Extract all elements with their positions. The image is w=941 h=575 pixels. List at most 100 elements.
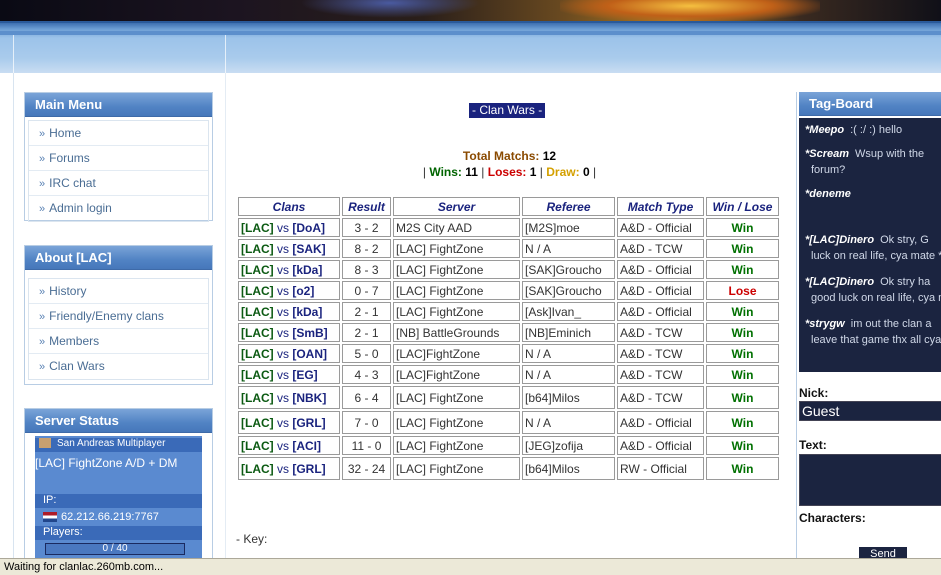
- tag-text: Wsup with the: [855, 148, 925, 160]
- server-ip[interactable]: 62.212.66.219:7767: [61, 511, 159, 523]
- cell-server: [LAC] FightZone: [393, 239, 520, 258]
- clan-tag-opponent: [GRL]: [292, 415, 326, 430]
- page-title: - Clan Wars -: [469, 103, 546, 118]
- vs-text: vs: [277, 220, 289, 235]
- cell-match-type: A&D - Official: [617, 436, 704, 455]
- nick-input[interactable]: [799, 401, 941, 421]
- menu-item-members[interactable]: » Members: [29, 329, 208, 354]
- tag-author: *strygw: [805, 318, 845, 330]
- clan-tag-lac: [LAC]: [241, 304, 274, 319]
- players-label: Players:: [43, 526, 83, 538]
- clan-tag-lac: [LAC]: [241, 262, 274, 277]
- cell-match-type: A&D - Official: [617, 302, 704, 321]
- menu-item-admin-login[interactable]: » Admin login: [29, 196, 208, 221]
- tag-message: *strygw im out the clan a: [805, 316, 936, 332]
- tag-message: *deneme: [805, 186, 936, 202]
- clan-tag-lac: [LAC]: [241, 415, 274, 430]
- clan-tag-lac: [LAC]: [241, 367, 274, 382]
- cell-server: [LAC] FightZone: [393, 411, 520, 434]
- chevron-right-icon: »: [39, 178, 46, 190]
- table-row: [LAC] vs [ACI] 11 - 0 [LAC] FightZone [JEG]…: [238, 436, 779, 455]
- cell-server: [LAC] FightZone: [393, 386, 520, 409]
- key-label: - Key:: [236, 532, 268, 546]
- cell-server: [LAC] FightZone: [393, 281, 520, 300]
- draw-label: Draw:: [546, 165, 580, 179]
- cell-result: 6 - 4: [342, 386, 391, 409]
- menu-item-home[interactable]: » Home: [29, 121, 208, 146]
- menu-item-history[interactable]: » History: [29, 279, 208, 304]
- cell-win-lose: Win: [706, 457, 779, 480]
- samp-icon: [39, 438, 51, 449]
- clan-tag-lac: [LAC]: [241, 346, 274, 361]
- vs-text: vs: [277, 438, 289, 453]
- clan-tag-opponent: [o2]: [292, 283, 315, 298]
- clan-tag-opponent: [GRL]: [292, 461, 326, 476]
- nick-label: Nick:: [799, 386, 829, 400]
- cell-result: 8 - 3: [342, 260, 391, 279]
- tag-text: im out the clan a: [850, 318, 932, 330]
- table-row: [LAC] vs [GRL] 32 - 24 [LAC] FightZone [b64…: [238, 457, 779, 480]
- cell-win-lose: Win: [706, 239, 779, 258]
- clan-tag-opponent: [NBK]: [292, 390, 327, 405]
- total-label: Total Matchs:: [462, 149, 540, 163]
- clan-tag-lac: [LAC]: [241, 390, 274, 405]
- server-status-box: Server Status San Andreas Multiplayer [L…: [24, 408, 213, 560]
- menu-item-forums[interactable]: » Forums: [29, 146, 208, 171]
- cell-server: [LAC] FightZone: [393, 457, 520, 480]
- clan-tag-opponent: [SmB]: [292, 325, 328, 340]
- chevron-right-icon: »: [39, 286, 46, 298]
- players-count: 0 / 40: [102, 543, 128, 554]
- vs-text: vs: [277, 283, 289, 298]
- tag-text: luck on real life, cya mate *: [811, 250, 941, 262]
- cell-match-type: RW - Official: [617, 457, 704, 480]
- clan-tag-opponent: [kDa]: [292, 262, 323, 277]
- clan-tag-opponent: [OAN]: [292, 346, 328, 361]
- table-row: [LAC] vs [o2] 0 - 7 [LAC] FightZone [SAK]Gr…: [238, 281, 779, 300]
- cell-clans: [LAC] vs [EG]: [238, 365, 340, 384]
- characters-label: Characters:: [799, 511, 866, 525]
- cell-match-type: A&D - TCW: [617, 365, 704, 384]
- col-result: Result: [342, 197, 391, 216]
- cell-win-lose: Win: [706, 302, 779, 321]
- cell-win-lose: Win: [706, 386, 779, 409]
- menu-item-friendly-enemy-clans[interactable]: » Friendly/Enemy clans: [29, 304, 208, 329]
- cell-result: 11 - 0: [342, 436, 391, 455]
- tag-message: *Scream Wsup with the: [805, 146, 936, 162]
- tag-message: luck on real life, cya mate *: [805, 248, 941, 264]
- vs-text: vs: [277, 325, 289, 340]
- cell-win-lose: Win: [706, 260, 779, 279]
- cell-win-lose: Win: [706, 411, 779, 434]
- text-input[interactable]: [799, 454, 941, 506]
- table-row: [LAC] vs [NBK] 6 - 4 [LAC] FightZone [b64]M…: [238, 386, 779, 409]
- menu-item-irc-chat[interactable]: » IRC chat: [29, 171, 208, 196]
- clan-tag-opponent: [DoA]: [292, 220, 325, 235]
- cell-referee: [NB]Eminich: [522, 323, 615, 342]
- cell-result: 3 - 2: [342, 218, 391, 237]
- cell-server: [LAC] FightZone: [393, 436, 520, 455]
- server-name: [LAC] FightZone A/D + DM: [35, 456, 178, 470]
- cell-referee: [SAK]Groucho: [522, 260, 615, 279]
- tag-message: forum?: [805, 162, 936, 178]
- tag-text: Ok stry, G: [880, 234, 929, 246]
- table-body: [LAC] vs [DoA] 3 - 2 M2S City AAD [M2S]moe A…: [238, 218, 779, 480]
- menu-item-clan-wars[interactable]: » Clan Wars: [29, 354, 208, 379]
- about-box: About [LAC] » History » Friendly/Enemy cla…: [24, 245, 213, 385]
- cell-clans: [LAC] vs [GRL]: [238, 457, 340, 480]
- cell-clans: [LAC] vs [OAN]: [238, 344, 340, 363]
- cell-match-type: A&D - Official: [617, 411, 704, 434]
- cell-referee: [SAK]Groucho: [522, 281, 615, 300]
- tagboard-messages: *Meepo:( :/ :) hello *Scream Wsup with the…: [799, 118, 941, 372]
- cell-clans: [LAC] vs [NBK]: [238, 386, 340, 409]
- vs-text: vs: [277, 367, 289, 382]
- clan-tag-lac: [LAC]: [241, 461, 274, 476]
- clan-tag-lac: [LAC]: [241, 438, 274, 453]
- clan-tag-opponent: [ACI]: [292, 438, 322, 453]
- table-row: [LAC] vs [SmB] 2 - 1 [NB] BattleGrounds [NB…: [238, 323, 779, 342]
- cell-referee: [b64]Milos: [522, 386, 615, 409]
- wins-label: Wins:: [429, 165, 462, 179]
- vs-text: vs: [277, 346, 289, 361]
- about-list: » History » Friendly/Enemy clans » Members …: [28, 278, 209, 380]
- cell-result: 7 - 0: [342, 411, 391, 434]
- tagboard-panel: Tag-Board *Meepo:( :/ :) hello *Scream Wsu…: [796, 92, 941, 558]
- cell-referee: N / A: [522, 239, 615, 258]
